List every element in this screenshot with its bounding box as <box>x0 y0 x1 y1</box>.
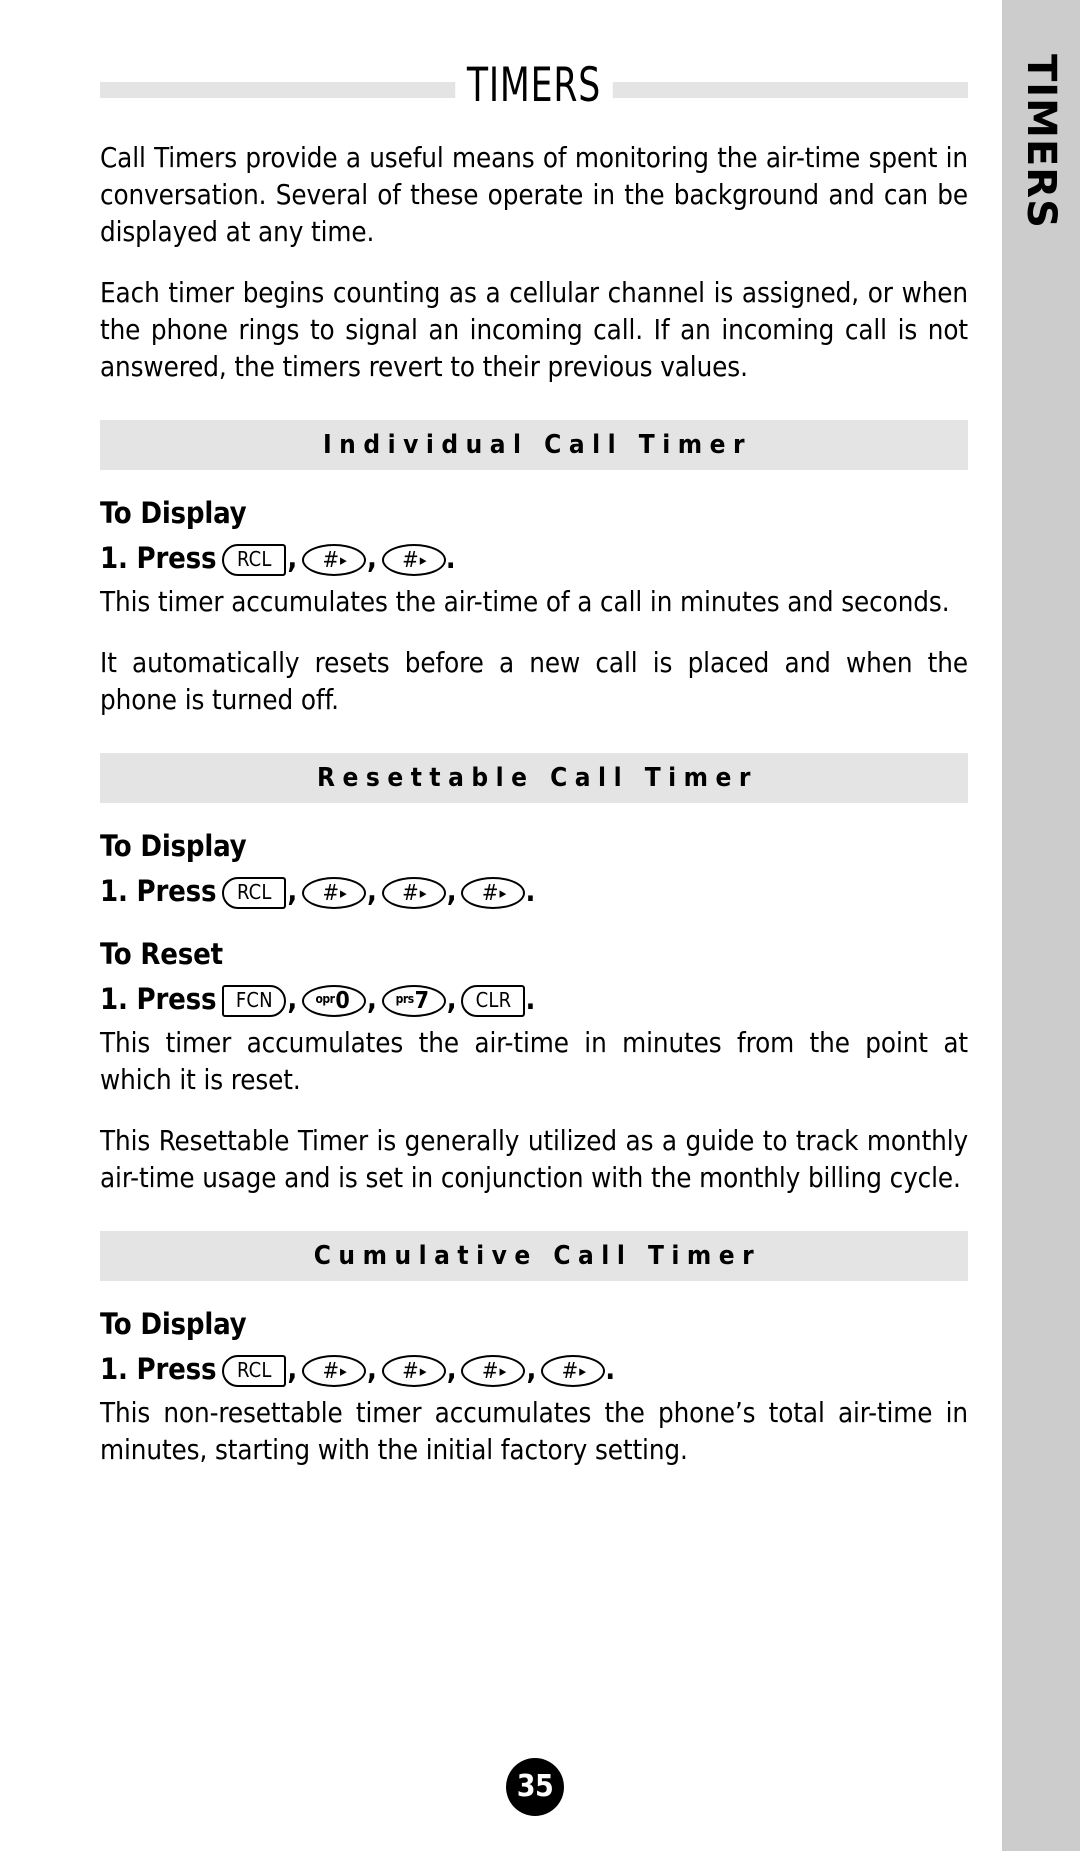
key-sup-label: opr <box>315 992 335 1006</box>
key-digit-7[interactable]: prs7 <box>381 985 446 1017</box>
key-hash-glyph: # <box>322 548 340 573</box>
page-content-column: TIMERS Call Timers provide a useful mean… <box>100 0 968 1469</box>
press-label: 1. Press <box>100 982 217 1016</box>
period: . <box>525 982 536 1016</box>
key-hash-glyph: # <box>322 1359 340 1384</box>
key-hash[interactable]: #▸ <box>302 877 367 909</box>
section-header-label: Individual Call Timer <box>322 430 753 460</box>
section-header-individual-call-timer: Individual Call Timer <box>100 420 968 470</box>
comma: , <box>367 982 377 1016</box>
section-header-cumulative-call-timer: Cumulative Call Timer <box>100 1231 968 1281</box>
comma: , <box>367 541 377 575</box>
key-digit-glyph: 7 <box>414 988 429 1014</box>
key-arrow-glyph: ▸ <box>340 1362 347 1380</box>
key-hash[interactable]: #▸ <box>302 544 367 576</box>
key-arrow-glyph: ▸ <box>499 884 507 902</box>
period: . <box>605 1352 615 1386</box>
subheading-to-display: To Display <box>100 496 247 530</box>
section-header-label: Cumulative Call Timer <box>313 1241 762 1271</box>
key-hash[interactable]: #▸ <box>381 877 446 909</box>
key-hash[interactable]: #▸ <box>381 544 446 576</box>
resettable-paragraph-2: This Resettable Timer is generally utili… <box>100 1125 968 1194</box>
subheading-to-reset: To Reset <box>100 937 223 971</box>
press-sequence-individual-display: 1. Press RCL, #▸, #▸. <box>100 538 968 578</box>
comma: , <box>526 1352 537 1386</box>
chapter-tab: TIMERS <box>1002 0 1080 1851</box>
intro-paragraph-2: Each timer begins counting as a cellular… <box>100 277 968 383</box>
key-arrow-glyph: ▸ <box>340 551 347 569</box>
intro-paragraph-1: Call Timers provide a useful means of mo… <box>100 142 968 248</box>
comma: , <box>446 982 457 1016</box>
section-header-label: Resettable Call Timer <box>317 763 758 793</box>
key-hash-glyph: # <box>481 1359 499 1384</box>
section-header-resettable-call-timer: Resettable Call Timer <box>100 753 968 803</box>
resettable-paragraph-1: This timer accumulates the air-time in m… <box>100 1027 968 1096</box>
key-digit-glyph: 0 <box>335 988 350 1014</box>
press-sequence-cumulative-display: 1. Press RCL, #▸, #▸, #▸, #▸. <box>100 1349 968 1389</box>
key-digit-0[interactable]: opr0 <box>302 985 367 1017</box>
key-hash-glyph: # <box>402 1359 419 1384</box>
page-title-text: TIMERS <box>455 56 613 116</box>
manual-page: TIMERS Call Timers provide a useful mean… <box>0 0 1002 1851</box>
comma: , <box>367 1352 377 1386</box>
comma: , <box>446 874 457 908</box>
comma: , <box>367 874 377 908</box>
press-label: 1. Press <box>100 1352 217 1386</box>
press-sequence-resettable-display: 1. Press RCL, #▸, #▸, #▸. <box>100 871 968 911</box>
key-hash[interactable]: #▸ <box>461 1355 526 1387</box>
key-rcl[interactable]: RCL <box>222 877 287 909</box>
period: . <box>525 874 536 908</box>
comma: , <box>287 1352 298 1386</box>
key-hash[interactable]: #▸ <box>302 1355 367 1387</box>
key-fcn[interactable]: FCN <box>222 985 287 1017</box>
key-hash-glyph: # <box>481 881 499 906</box>
key-arrow-glyph: ▸ <box>499 1362 507 1380</box>
individual-paragraph-2: It automatically resets before a new cal… <box>100 647 968 716</box>
key-hash-glyph: # <box>322 881 340 906</box>
key-arrow-glyph: ▸ <box>340 884 347 902</box>
key-hash[interactable]: #▸ <box>381 1355 446 1387</box>
key-arrow-glyph: ▸ <box>419 884 427 902</box>
comma: , <box>446 1352 457 1386</box>
key-clr[interactable]: CLR <box>461 985 526 1017</box>
individual-paragraph-1: This timer accumulates the air-time of a… <box>100 586 950 618</box>
page-number-badge: 35 <box>506 1758 564 1816</box>
cumulative-paragraph-1: This non-resettable timer accumulates th… <box>100 1397 968 1466</box>
key-arrow-glyph: ▸ <box>419 1362 427 1380</box>
key-arrow-glyph: ▸ <box>419 551 427 569</box>
subheading-to-display: To Display <box>100 829 247 863</box>
comma: , <box>287 982 298 1016</box>
comma: , <box>287 541 298 575</box>
key-rcl[interactable]: RCL <box>222 1355 287 1387</box>
key-hash-glyph: # <box>402 548 419 573</box>
key-hash[interactable]: #▸ <box>541 1355 606 1387</box>
key-hash[interactable]: #▸ <box>461 877 526 909</box>
key-arrow-glyph: ▸ <box>579 1362 586 1380</box>
page-title: TIMERS <box>100 56 968 140</box>
key-rcl[interactable]: RCL <box>222 544 287 576</box>
chapter-tab-label: TIMERS <box>1018 54 1064 229</box>
press-label: 1. Press <box>100 541 217 575</box>
press-label: 1. Press <box>100 874 217 908</box>
key-hash-glyph: # <box>402 881 419 906</box>
press-sequence-resettable-reset: 1. Press FCN, opr0, prs7, CLR. <box>100 979 968 1019</box>
subheading-to-display: To Display <box>100 1307 247 1341</box>
key-sup-label: prs <box>395 992 414 1006</box>
key-hash-glyph: # <box>561 1359 579 1384</box>
page-title-text-wrap: TIMERS <box>178 56 890 116</box>
period: . <box>445 541 456 575</box>
comma: , <box>287 874 298 908</box>
